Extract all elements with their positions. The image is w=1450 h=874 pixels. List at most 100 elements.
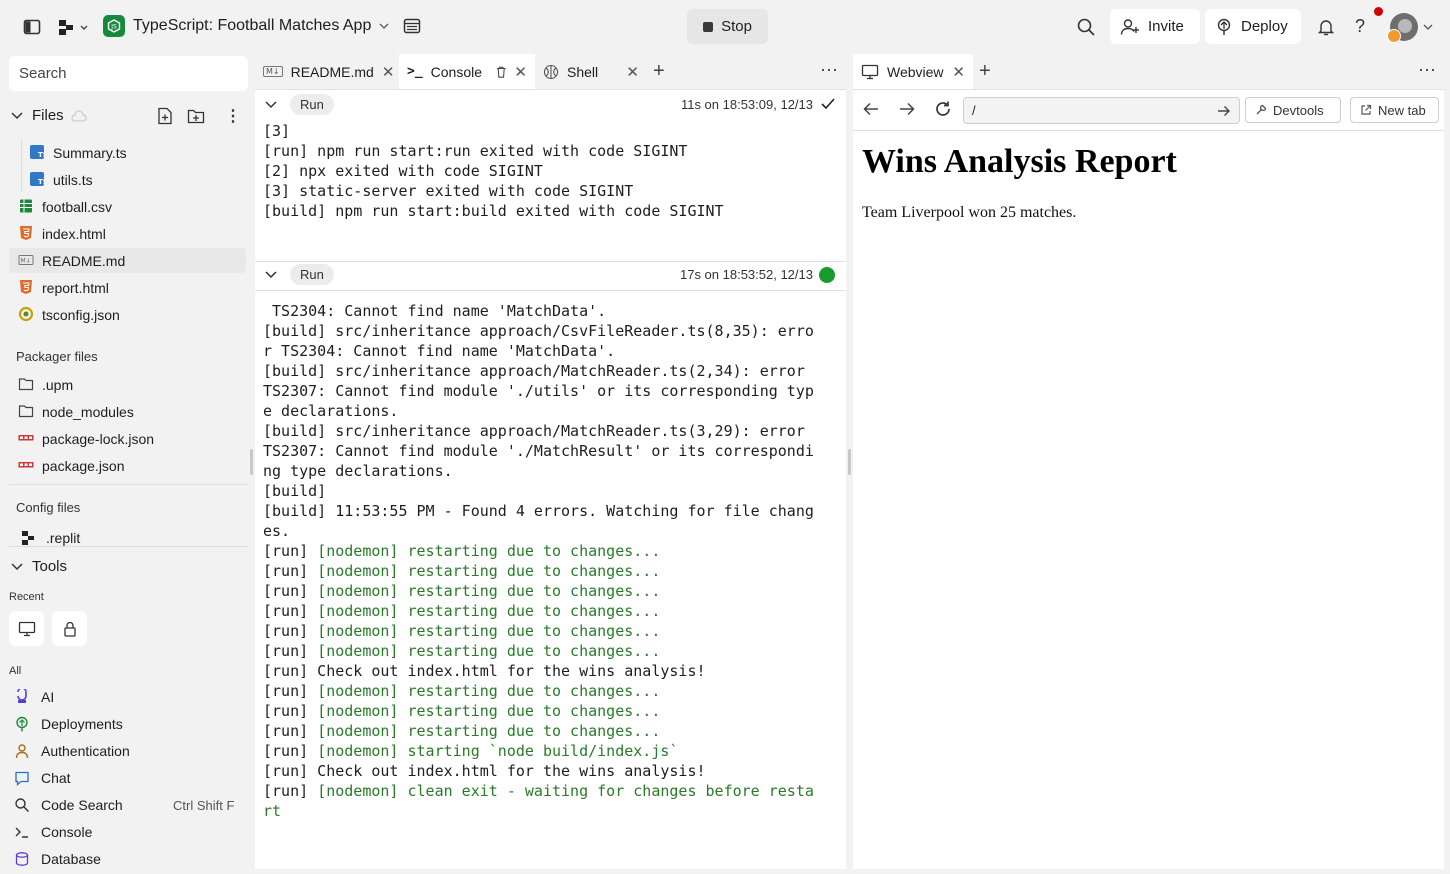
chevron-down-icon[interactable] — [265, 270, 277, 280]
close-icon[interactable]: ✕ — [514, 63, 527, 81]
tool-label: Code Search — [41, 797, 123, 813]
chevron-down-icon — [11, 563, 23, 571]
tool-label: Chat — [41, 770, 71, 786]
close-icon[interactable]: ✕ — [382, 63, 395, 81]
file-name: .replit — [46, 530, 81, 546]
file-item[interactable]: package-lock.json — [0, 426, 250, 451]
tool-item[interactable]: Database — [0, 847, 250, 871]
project-switcher[interactable]: JS TypeScript: Football Matches App — [103, 15, 389, 37]
console-line: TS2307: Cannot find module './utils' or … — [263, 381, 838, 401]
recent-tool-webview[interactable] — [9, 611, 44, 646]
console-line: [run] [nodemon] restarting due to change… — [263, 721, 838, 741]
line-highlight: [nodemon] restarting due to changes... — [317, 602, 661, 620]
file-item[interactable]: TS Summary.ts — [0, 140, 250, 165]
tab-webview[interactable]: Webview ✕ — [853, 54, 973, 89]
pane-resize-handle[interactable] — [848, 449, 851, 475]
tools-header[interactable]: Tools — [0, 557, 250, 577]
console-line: [run] [nodemon] restarting due to change… — [263, 641, 838, 661]
file-item[interactable]: package.json — [0, 453, 250, 478]
file-item[interactable]: report.html — [0, 275, 250, 300]
tab-label: Shell — [567, 63, 599, 80]
line-highlight: [nodemon] restarting due to changes... — [317, 562, 661, 580]
trash-icon[interactable] — [496, 65, 506, 79]
back-arrow-icon[interactable] — [863, 102, 879, 116]
tool-item[interactable]: AI — [0, 685, 250, 709]
more-horizontal-icon[interactable]: ⋯ — [820, 60, 838, 81]
stop-icon — [703, 21, 714, 32]
line-text: TS2307: Cannot find module './utils' or … — [263, 382, 814, 400]
markdown-file-icon: M↓ — [263, 66, 283, 77]
tool-item[interactable]: Console — [0, 820, 250, 844]
url-value: / — [972, 103, 976, 118]
file-item[interactable]: tsconfig.json — [0, 302, 250, 327]
console-line: [3] — [263, 121, 838, 141]
line-text: [run] — [263, 702, 318, 720]
new-tab-button[interactable]: New tab — [1350, 97, 1439, 123]
recent-tool-secrets[interactable] — [52, 611, 87, 646]
divider — [255, 290, 846, 291]
line-text: [run] — [263, 722, 318, 740]
tool-item[interactable]: Deployments — [0, 712, 250, 736]
deploy-button[interactable]: Deploy — [1205, 9, 1301, 44]
files-header[interactable]: Files ⋮ — [0, 106, 250, 126]
search-icon — [15, 798, 30, 813]
bell-icon[interactable] — [1316, 17, 1336, 37]
line-text: [run] — [263, 562, 318, 580]
url-input[interactable]: / — [963, 97, 1240, 124]
tool-item[interactable]: Code Search Ctrl Shift F — [0, 793, 250, 817]
close-icon[interactable]: ✕ — [952, 63, 965, 81]
search-icon[interactable] — [1076, 17, 1096, 37]
file-item[interactable]: index.html — [0, 221, 250, 246]
sidebar-toggle-icon[interactable] — [23, 18, 41, 36]
chevron-down-icon[interactable] — [265, 100, 277, 110]
go-arrow-icon[interactable] — [1217, 105, 1231, 117]
more-horizontal-icon[interactable]: ⋯ — [1418, 60, 1436, 81]
more-vertical-icon[interactable]: ⋮ — [225, 106, 241, 126]
ts-file-icon: TS — [30, 172, 45, 186]
tab-console[interactable]: >_ Console ✕ — [399, 54, 535, 89]
help-icon[interactable]: ? — [1355, 16, 1365, 37]
stop-button[interactable]: Stop — [687, 9, 768, 44]
tool-item[interactable]: Chat — [0, 766, 250, 790]
ai-icon — [17, 689, 27, 703]
workspace-icon[interactable] — [403, 17, 421, 35]
new-file-icon[interactable] — [157, 107, 173, 125]
report-heading: Wins Analysis Report — [862, 143, 1177, 180]
lock-icon — [63, 621, 76, 637]
line-text: [3] static-server exited with code SIGIN… — [263, 182, 634, 200]
line-text: r TS2304: Cannot find name 'MatchData'. — [263, 342, 616, 360]
add-tab-icon[interactable]: + — [979, 60, 991, 83]
file-item[interactable]: football.csv — [0, 194, 250, 219]
search-input[interactable]: Search — [9, 56, 248, 91]
add-tab-icon[interactable]: + — [653, 60, 665, 83]
invite-button[interactable]: Invite — [1110, 9, 1200, 44]
line-text: [run] — [263, 782, 318, 800]
files-label: Files — [32, 107, 64, 124]
console-line: es. — [263, 521, 838, 541]
close-icon[interactable]: ✕ — [626, 63, 639, 81]
devtools-button[interactable]: Devtools — [1245, 97, 1341, 123]
console-pane: M↓ README.md ✕ >_ Console ✕ Shell ✕ + ⋯ … — [255, 54, 846, 869]
console-line: [build] src/inheritance approach/CsvFile… — [263, 321, 838, 341]
tab-readme[interactable]: M↓ README.md ✕ — [255, 54, 399, 89]
line-text: ng type declarations. — [263, 462, 453, 480]
file-item[interactable]: TS utils.ts — [0, 167, 250, 192]
replit-menu-icon[interactable] — [57, 17, 91, 37]
avatar-chevron-down-icon[interactable] — [1423, 22, 1433, 32]
line-highlight: [nodemon] starting `node build/index.js` — [317, 742, 679, 760]
file-item[interactable]: M↓ README.md — [9, 248, 246, 273]
npm-file-icon — [18, 435, 34, 441]
chevron-down-icon — [11, 112, 23, 120]
file-item[interactable]: .upm — [0, 372, 250, 397]
file-item[interactable]: node_modules — [0, 399, 250, 424]
forward-arrow-icon[interactable] — [899, 102, 915, 116]
divider — [9, 484, 248, 485]
new-tab-label: New tab — [1378, 102, 1426, 118]
tab-shell[interactable]: Shell ✕ — [535, 54, 647, 89]
sidebar-resize-handle[interactable] — [250, 449, 253, 475]
divider — [255, 89, 846, 90]
tool-item[interactable]: Authentication — [0, 739, 250, 763]
line-text: [build] 11:53:55 PM - Found 4 errors. Wa… — [263, 502, 814, 520]
reload-icon[interactable] — [934, 100, 952, 118]
new-folder-icon[interactable] — [187, 108, 205, 124]
